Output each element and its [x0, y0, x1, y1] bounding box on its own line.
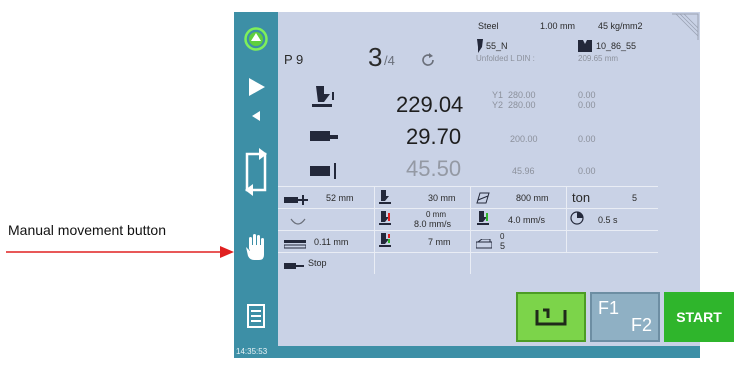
step-total: /4 [384, 53, 395, 68]
clock: 14:35:53 [234, 346, 700, 358]
dwell-value: 0.5 s [598, 215, 618, 225]
annotation-arrow [6, 246, 234, 258]
material-name: Steel [478, 21, 499, 31]
step-number: 3 [368, 42, 383, 72]
crowning-value: 0.11 mm [314, 237, 349, 247]
y2-label: Y2 [492, 100, 504, 110]
green-circle-icon[interactable] [234, 26, 278, 52]
r-aux-value: 45.96 [512, 166, 535, 176]
approach-distance: 0 mm [426, 210, 446, 219]
press-brake-screen: P 9 3 /4 Steel 1.00 mm 45 kg/mm2 55_N 10… [234, 12, 734, 358]
hand-icon[interactable] [234, 230, 278, 264]
f2-label: F2 [630, 315, 652, 335]
material-strength: 45 kg/mm2 [598, 21, 643, 31]
r-axis-icon [310, 162, 340, 185]
crowning-icon [283, 236, 307, 254]
speed-icon [378, 211, 392, 230]
y2-correction: 0.00 [578, 100, 596, 110]
r-axis-value: 45.50 [406, 156, 462, 181]
sidebar [234, 12, 278, 358]
material-thickness: 1.00 mm [540, 21, 576, 31]
bend-speed-icon [476, 211, 490, 230]
opening-value: 30 mm [428, 193, 456, 203]
y2-value: 280.00 [508, 100, 536, 110]
start-button[interactable]: START [664, 292, 734, 342]
ton-label: ton [572, 190, 591, 205]
f1-f2-button[interactable]: F1 F2 [590, 292, 660, 342]
counter-bottom: 5 [500, 241, 506, 251]
y1-correction: 0.00 [578, 90, 596, 100]
cycle-icon[interactable] [234, 142, 278, 202]
counter-icon [475, 236, 493, 254]
divider [374, 186, 375, 274]
decompression-icon [378, 233, 392, 252]
divider [278, 252, 658, 253]
f1-label: F1 [598, 298, 620, 318]
x-correction: 0.00 [578, 134, 596, 144]
play-icon[interactable] [234, 74, 278, 100]
decompression-value: 7 mm [428, 237, 451, 247]
r-correction: 0.00 [578, 166, 596, 176]
opening-icon [378, 190, 392, 209]
ton-value: 5 [632, 193, 638, 203]
x-aux-value: 200.00 [510, 134, 538, 144]
counter-top: 0 [500, 232, 505, 241]
length-icon [476, 191, 490, 209]
bend-mode-button[interactable] [516, 292, 586, 342]
bend-shape-icon [535, 308, 567, 326]
y-axis-value: 229.04 [396, 92, 464, 117]
annotation-label: Manual movement button [8, 222, 166, 238]
corner-fold-icon [670, 12, 700, 47]
y-axis-icon [310, 84, 336, 113]
flange-value: 52 mm [326, 193, 354, 203]
x-axis-icon [310, 130, 340, 148]
divider [566, 186, 567, 252]
list-icon[interactable] [234, 302, 278, 330]
unfolded-label: Unfolded L DIN : [476, 54, 535, 63]
program-name: P 9 [284, 52, 304, 67]
divider [278, 208, 658, 209]
flange-icon [284, 192, 308, 210]
back-arrow-icon[interactable] [234, 106, 278, 126]
approach-speed: 8.0 mm/s [414, 219, 452, 229]
stop-label: Stop [308, 258, 327, 268]
divider [470, 186, 471, 274]
y1-label: Y1 [492, 90, 504, 100]
x-axis-value: 29.70 [406, 124, 462, 149]
divider [278, 186, 658, 187]
bend-speed-value: 4.0 mm/s [508, 215, 546, 225]
y1-value: 280.00 [508, 90, 536, 100]
punch-name: 55_N [486, 41, 508, 51]
stop-icon [284, 258, 304, 276]
unfolded-value: 209.65 mm [578, 54, 619, 63]
divider [278, 230, 658, 231]
timer-icon [570, 211, 584, 230]
main-panel: P 9 3 /4 Steel 1.00 mm 45 kg/mm2 55_N 10… [278, 12, 734, 346]
die-name: 10_86_55 [596, 41, 637, 51]
crowning-curve-icon [290, 214, 306, 232]
length-value: 800 mm [516, 193, 549, 203]
refresh-icon[interactable] [420, 52, 436, 73]
